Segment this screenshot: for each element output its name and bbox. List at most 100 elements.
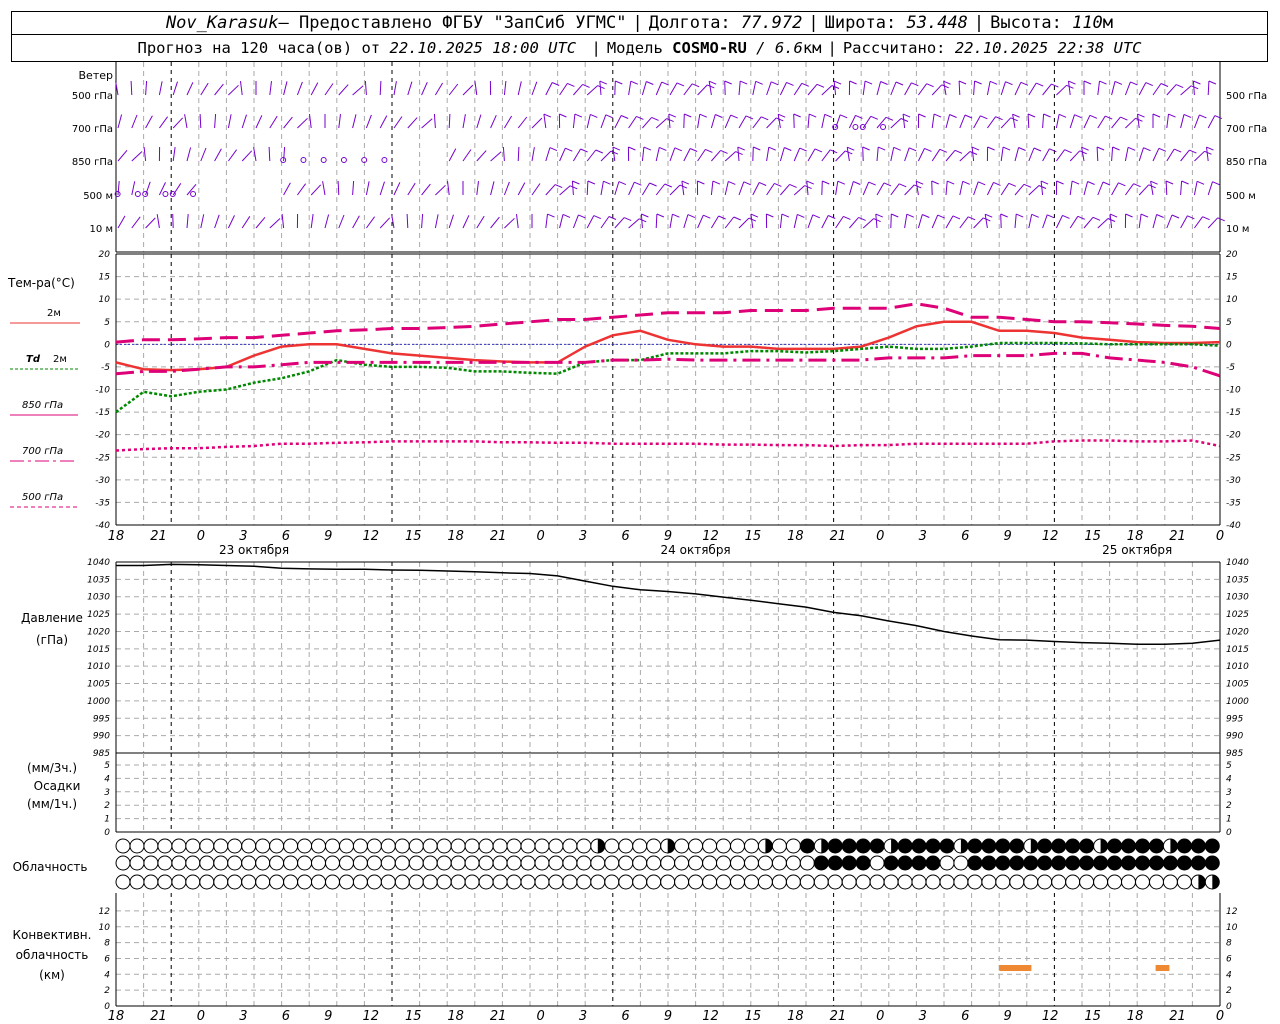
wind-barb [337, 180, 340, 196]
wind-barb [448, 214, 454, 229]
cloud-circle [352, 838, 368, 854]
wind-barb-flag [735, 151, 743, 156]
cloud-circle [1037, 855, 1053, 871]
conv-tick-right: 8 [1226, 939, 1232, 949]
cloud-circle [688, 855, 704, 871]
cloud-circle [702, 874, 718, 890]
wind-barb [145, 115, 153, 129]
wind-barb [984, 214, 988, 229]
wind-barb-flag [745, 115, 754, 120]
wind-barb [1055, 149, 1066, 162]
wind-barb-flag [605, 114, 613, 119]
bottom-hour-label: 6 [621, 1009, 629, 1024]
temp-hour-label: 18 [1127, 529, 1144, 544]
wind-barb-flag [831, 85, 840, 89]
wind-barb-flag [964, 114, 973, 119]
wind-barb [214, 214, 220, 229]
wind-barb [669, 147, 676, 162]
wind-barb-flag [1137, 113, 1145, 118]
cloud-circle [813, 874, 829, 890]
wind-barb [1040, 181, 1044, 196]
wind-barb-flag [1105, 115, 1113, 120]
wind-barb [559, 83, 568, 96]
wind-barb-flag [1092, 216, 1101, 221]
conv-tick-right: 4 [1226, 970, 1232, 980]
cloud-circle [422, 838, 438, 854]
wind-barb-flag [724, 80, 732, 85]
wind-barb [697, 214, 704, 229]
wind-barb [1193, 114, 1200, 129]
wind-barb [876, 81, 882, 96]
wind-barb [586, 215, 595, 229]
wind-barb-flag [799, 147, 807, 152]
wind-barb [1152, 214, 1158, 229]
precip-tick-right: 3 [1226, 788, 1232, 798]
pressure-tick-right: 995 [1226, 714, 1243, 724]
wind-barb [172, 183, 182, 196]
conv-label-3: (км) [39, 968, 65, 982]
wind-barb-flag [750, 213, 759, 218]
wind-barb [407, 117, 418, 129]
cloud-circle [981, 838, 997, 854]
wind-barb-flag [1181, 180, 1189, 185]
bottom-hour-label: 0 [1216, 1009, 1224, 1024]
wind-barb [1055, 114, 1060, 129]
cloud-circle [464, 855, 480, 871]
wind-barb [614, 115, 622, 129]
wind-barb-flag [1183, 113, 1192, 118]
temp-tick-right: -15 [1226, 408, 1241, 418]
day-label: 25 октября [1102, 543, 1172, 557]
wind-barb [986, 182, 994, 196]
cloud-circle [1023, 874, 1039, 890]
cloud-circle [841, 874, 857, 890]
wind-barb [571, 180, 574, 196]
wind-barb [503, 81, 507, 96]
wind-barb-flag [895, 81, 904, 86]
temp-tick-left: 0 [104, 340, 110, 350]
wind-barb [490, 114, 497, 129]
cloud-circle [311, 838, 326, 854]
bottom-hour-label: 9 [324, 1009, 332, 1024]
wind-barb [724, 80, 726, 96]
wind-barb-flag [649, 182, 657, 187]
wind-barb [1192, 80, 1195, 96]
wind-barb [640, 213, 643, 229]
cloud-circle [1135, 838, 1150, 854]
wind-barb [821, 114, 826, 129]
wind-barb [462, 114, 466, 129]
cloud-circle [576, 838, 592, 854]
wind-barb-flag [1212, 181, 1220, 186]
cloud-circle [171, 855, 187, 871]
bottom-hour-label: 21 [150, 1009, 167, 1024]
wind-barb-flag [822, 180, 830, 185]
wind-barb [1027, 113, 1030, 129]
conv-tick-left: 6 [104, 954, 110, 964]
cloud-circle [171, 874, 187, 890]
pressure-tick-right: 1025 [1226, 610, 1249, 620]
wind-barb-flag [641, 213, 649, 218]
wind-barb [172, 81, 178, 96]
temp-tick-right: -25 [1226, 453, 1241, 463]
wind-barb [324, 83, 334, 96]
cloud-circle [241, 874, 257, 890]
cloud-circle [576, 874, 592, 890]
wind-barb [779, 147, 785, 162]
wind-barb-flag [939, 148, 947, 153]
wind-barb [779, 82, 787, 96]
temp-tick-right: 10 [1226, 295, 1238, 305]
cloud-circle [255, 838, 271, 854]
wind-barb-flag [712, 180, 721, 185]
wind-barb-flag [1016, 213, 1024, 218]
cloud-circle [394, 855, 410, 871]
calm-circle [320, 157, 327, 163]
wind-barb-flag [833, 80, 842, 85]
cloud-circle [255, 874, 271, 890]
wind-barb [1111, 182, 1119, 196]
cloud-circle [1009, 874, 1025, 890]
wind-barb [462, 84, 474, 96]
wind-barb [1042, 83, 1052, 96]
wind-barb-flag [978, 181, 986, 186]
wind-barb [1166, 148, 1175, 162]
wind-barb-flag [672, 213, 680, 218]
wind-barb-flag [776, 117, 784, 122]
